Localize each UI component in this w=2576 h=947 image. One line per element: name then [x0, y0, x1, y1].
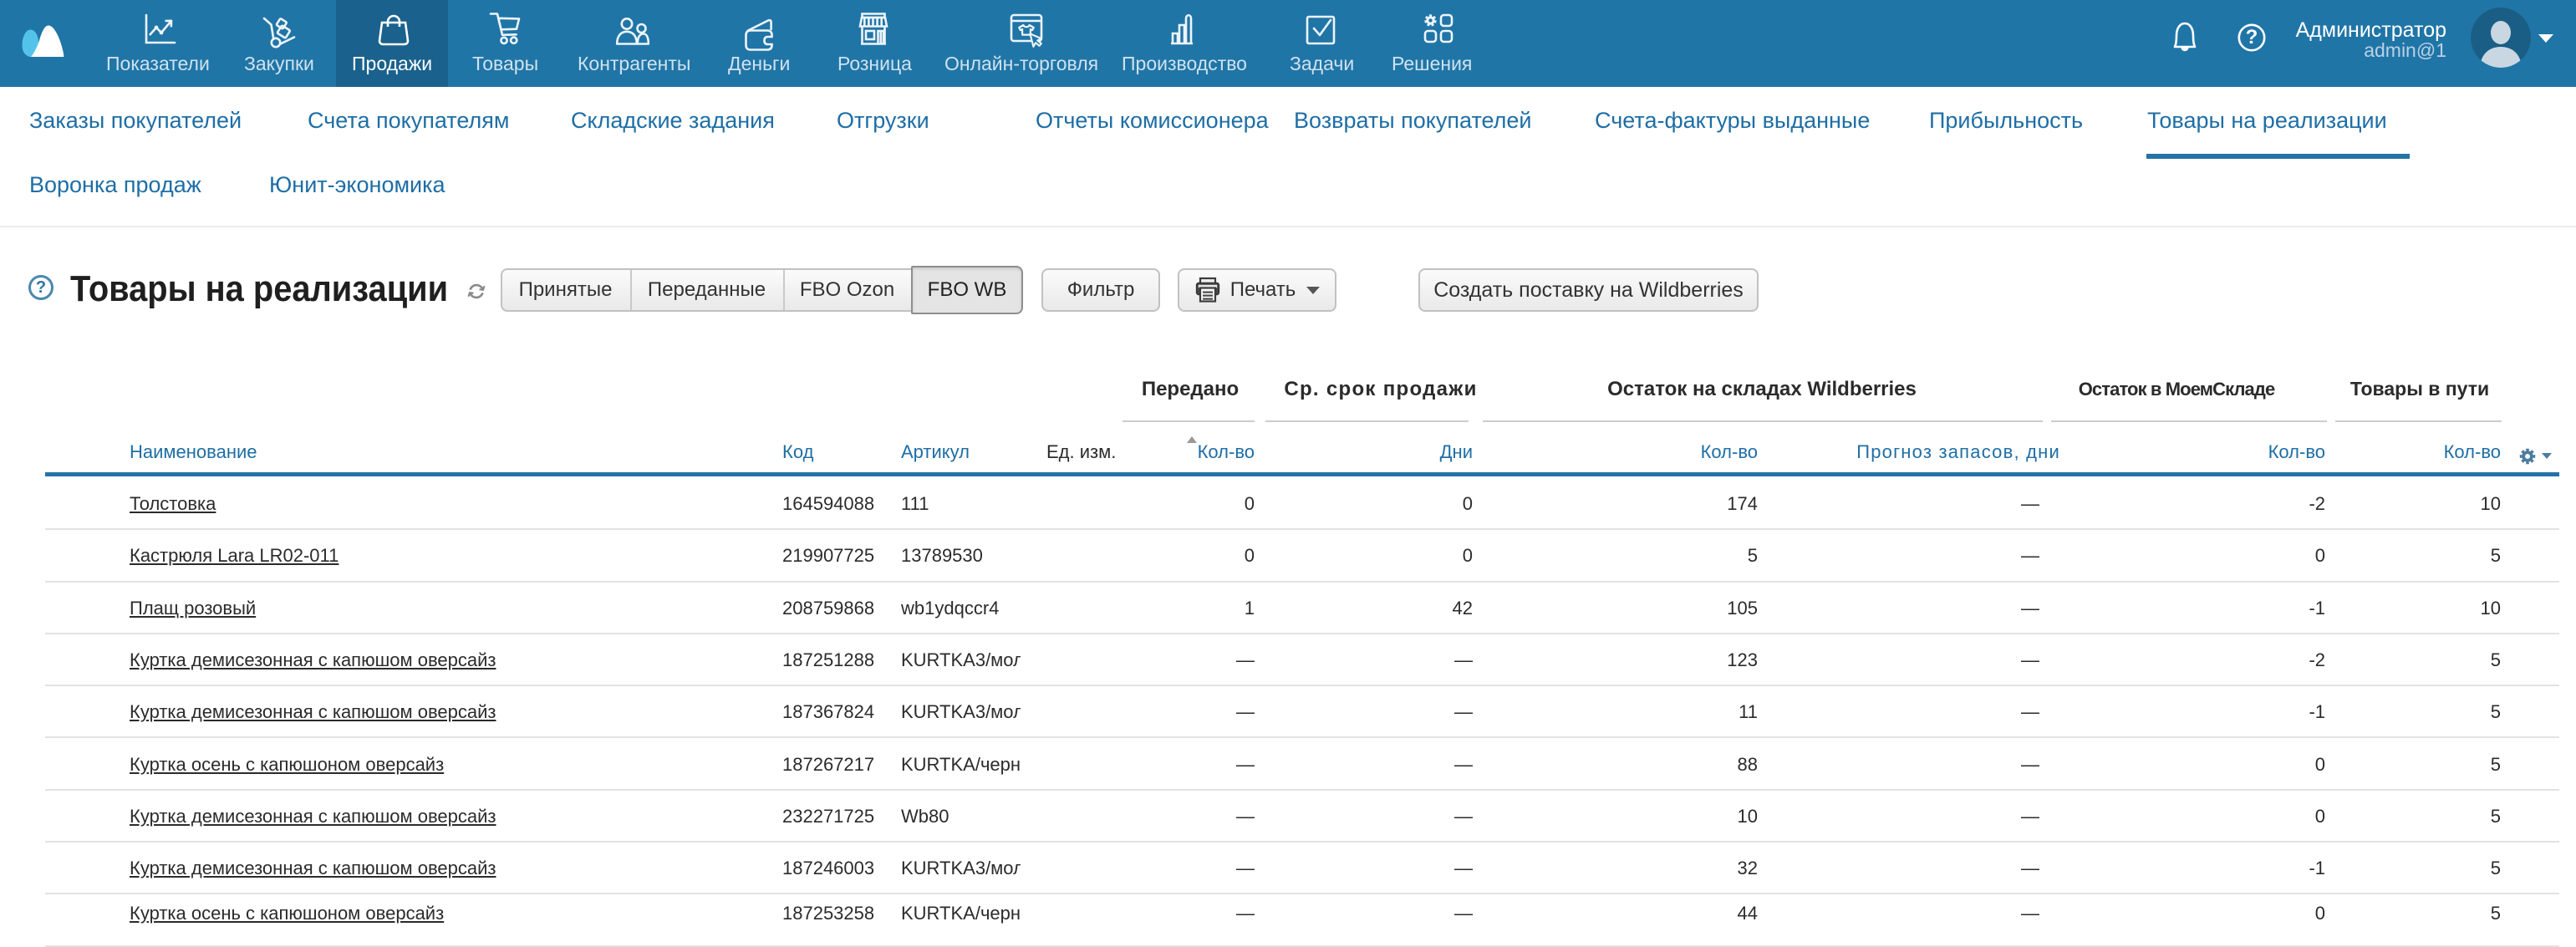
- svg-text:?: ?: [2246, 26, 2258, 48]
